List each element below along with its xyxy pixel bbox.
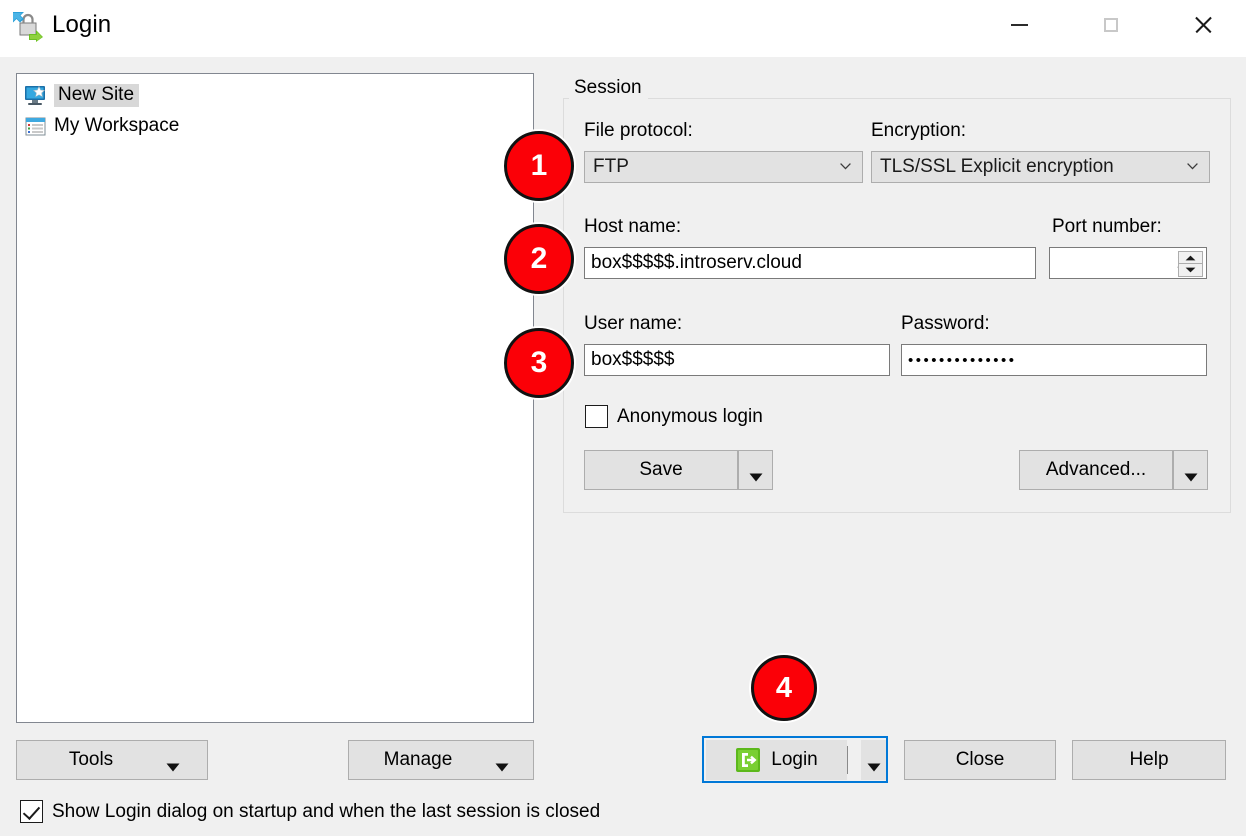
checkbox-box — [20, 800, 43, 823]
file-protocol-select[interactable]: FTP — [584, 151, 863, 183]
save-button-label: Save — [639, 459, 682, 481]
port-number-stepper[interactable] — [1178, 251, 1203, 277]
password-label: Password: — [901, 313, 990, 335]
advanced-button-label: Advanced... — [1046, 459, 1146, 481]
stepper-down-icon[interactable] — [1178, 264, 1203, 277]
close-window-button[interactable] — [1172, 0, 1234, 50]
user-name-input[interactable]: box$$$$$ — [584, 344, 890, 376]
site-tree-panel[interactable]: New Site My Workspace — [16, 73, 534, 723]
save-dropdown-button[interactable] — [738, 450, 773, 490]
tools-button-label: Tools — [69, 749, 113, 771]
window-title: Login — [52, 11, 111, 39]
encryption-label: Encryption: — [871, 120, 966, 142]
login-split-separator — [847, 746, 848, 774]
close-button[interactable]: Close — [904, 740, 1056, 780]
session-group-title: Session — [569, 77, 648, 99]
manage-button-label: Manage — [384, 749, 453, 771]
file-protocol-label: File protocol: — [584, 120, 693, 142]
maximize-button[interactable] — [1080, 0, 1142, 50]
chevron-down-icon — [840, 163, 851, 170]
chevron-down-icon — [749, 466, 763, 475]
badge-number: 1 — [531, 149, 548, 183]
badge-number: 3 — [531, 346, 548, 380]
tree-item-label: New Site — [54, 84, 139, 108]
tree-item-label: My Workspace — [54, 116, 179, 137]
badge-number: 2 — [531, 242, 548, 276]
show-login-dialog-checkbox[interactable]: Show Login dialog on startup and when th… — [20, 800, 600, 823]
help-button[interactable]: Help — [1072, 740, 1226, 780]
user-name-label: User name: — [584, 313, 682, 335]
show-login-dialog-label: Show Login dialog on startup and when th… — [52, 801, 600, 823]
login-enter-icon — [735, 747, 761, 773]
title-bar: Login — [0, 0, 1246, 57]
login-button[interactable]: Login — [706, 740, 847, 780]
minimize-icon — [1011, 24, 1028, 26]
advanced-button[interactable]: Advanced... — [1019, 450, 1173, 490]
badge-number: 4 — [776, 672, 792, 705]
host-name-label: Host name: — [584, 216, 681, 238]
annotation-badge-1: 1 — [504, 131, 574, 201]
login-dialog: Login New Site — [0, 0, 1246, 836]
annotation-badge-3: 3 — [504, 328, 574, 398]
host-name-input[interactable]: box$$$$$.introserv.cloud — [584, 247, 1036, 279]
new-site-monitor-icon — [24, 85, 48, 107]
tree-item-my-workspace[interactable]: My Workspace — [17, 111, 533, 142]
anonymous-login-checkbox[interactable]: Anonymous login — [585, 405, 763, 428]
help-button-label: Help — [1129, 749, 1168, 771]
chevron-down-icon — [867, 756, 881, 765]
chevron-down-icon — [1184, 466, 1198, 475]
save-button[interactable]: Save — [584, 450, 738, 490]
tools-button[interactable]: Tools — [16, 740, 208, 780]
password-input[interactable]: •••••••••••••• — [901, 344, 1207, 376]
close-icon — [1193, 15, 1213, 35]
encryption-value: TLS/SSL Explicit encryption — [872, 156, 1114, 178]
login-dropdown-button[interactable] — [861, 740, 886, 780]
tree-item-new-site[interactable]: New Site — [17, 80, 533, 111]
maximize-icon — [1104, 18, 1118, 32]
encryption-select[interactable]: TLS/SSL Explicit encryption — [871, 151, 1210, 183]
port-number-input[interactable]: 21 — [1049, 247, 1207, 279]
checkbox-box — [585, 405, 608, 428]
chevron-down-icon — [166, 756, 180, 765]
winscp-login-padlock-icon — [11, 10, 45, 42]
manage-button[interactable]: Manage — [348, 740, 534, 780]
advanced-dropdown-button[interactable] — [1173, 450, 1208, 490]
file-protocol-value: FTP — [585, 156, 629, 178]
annotation-badge-2: 2 — [504, 224, 574, 294]
anonymous-login-label: Anonymous login — [617, 406, 763, 428]
minimize-button[interactable] — [988, 0, 1050, 50]
stepper-up-icon[interactable] — [1178, 251, 1203, 264]
port-number-label: Port number: — [1052, 216, 1162, 238]
workspace-grid-icon — [24, 116, 48, 138]
login-button-label: Login — [771, 749, 818, 771]
chevron-down-icon — [1187, 163, 1198, 170]
password-value: •••••••••••••• — [908, 352, 1017, 368]
close-button-label: Close — [956, 749, 1005, 771]
annotation-badge-4: 4 — [751, 655, 817, 721]
chevron-down-icon — [495, 756, 509, 765]
